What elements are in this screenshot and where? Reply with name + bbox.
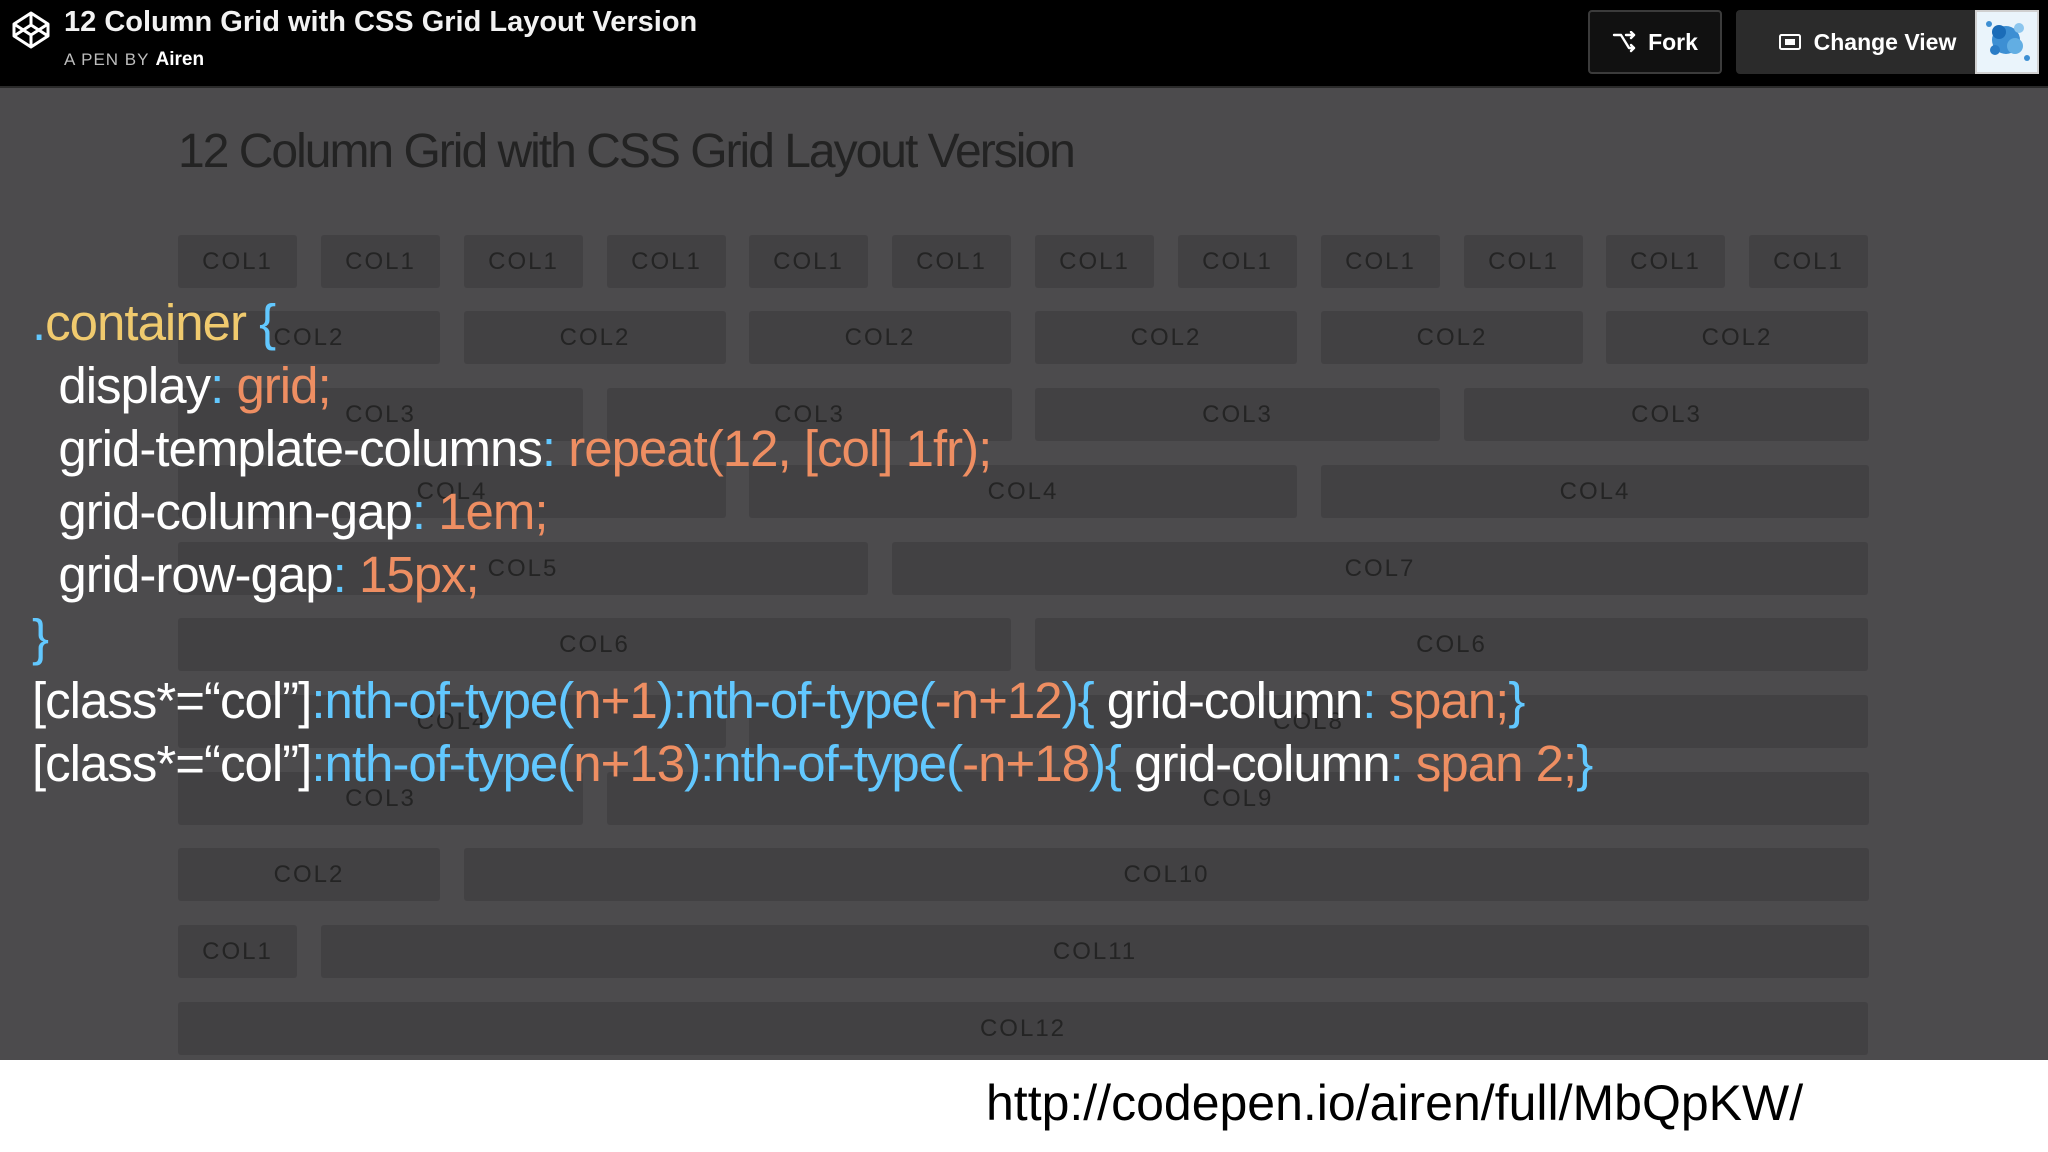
code-token: container [45, 294, 247, 351]
pen-byline: A PEN BY Airen [64, 49, 204, 71]
code-line: } [32, 606, 1592, 669]
code-token: ){ [1088, 735, 1135, 792]
change-view-label: Change View [1813, 28, 1957, 55]
code-token: grid-column [1134, 735, 1390, 792]
code-token: } [1508, 672, 1525, 729]
grid-cell: COL1 [1464, 235, 1583, 288]
code-token: [class*=“col”] [32, 672, 312, 729]
caption-footer: http://codepen.io/airen/full/MbQpKW/ [0, 1060, 2048, 1152]
code-token: :nth-of-type( [311, 672, 574, 729]
code-token: . [32, 294, 46, 351]
code-token: span; [1388, 672, 1510, 729]
css-code-overlay: .container { display: grid; grid-templat… [32, 291, 1593, 795]
pen-title: 12 Column Grid with CSS Grid Layout Vers… [64, 6, 698, 38]
code-token: grid-column-gap [32, 483, 413, 540]
grid-cell: COL11 [321, 925, 1869, 978]
code-token: : [332, 546, 359, 603]
code-line: [class*=“col”]:nth-of-type(n+1):nth-of-t… [32, 669, 1592, 732]
code-token: grid-template-columns [32, 420, 543, 477]
code-token: 1em; [438, 483, 548, 540]
code-token: n+13 [573, 735, 685, 792]
code-token: :nth-of-type( [311, 735, 574, 792]
fork-label: Fork [1648, 28, 1698, 55]
grid-cell: COL2 [178, 848, 440, 901]
grid-cell: COL1 [464, 235, 583, 288]
grid-cell: COL1 [1321, 235, 1440, 288]
code-line: [class*=“col”]:nth-of-type(n+13):nth-of-… [32, 732, 1593, 795]
fork-button[interactable]: Fork [1588, 10, 1722, 74]
grid-cell: COL12 [178, 1002, 1868, 1055]
code-token: : [1389, 735, 1416, 792]
code-token: grid-column [1106, 672, 1363, 729]
pen-author-link[interactable]: Airen [155, 49, 204, 70]
grid-cell: COL1 [321, 235, 440, 288]
code-line: grid-row-gap: 15px; [32, 543, 1592, 606]
grid-cell: COL1 [607, 235, 726, 288]
pen-by-label: A PEN BY [64, 50, 150, 69]
grid-cell: COL1 [892, 235, 1011, 288]
change-view-button[interactable]: Change View [1736, 10, 1998, 74]
code-token: 15px; [358, 546, 480, 603]
code-line: display: grid; [32, 354, 1592, 417]
code-token: } [1576, 735, 1593, 792]
code-token: display [32, 357, 211, 414]
code-line: grid-column-gap: 1em; [32, 480, 1592, 543]
fork-icon [1612, 31, 1636, 53]
grid-cell: COL1 [178, 925, 297, 978]
grid-cell: COL2 [1606, 311, 1868, 364]
grid-cell: COL10 [464, 848, 1869, 901]
code-token: n+1 [573, 672, 658, 729]
grid-cell: COL1 [178, 235, 297, 288]
code-token: : [541, 420, 569, 477]
avatar-image [1977, 12, 2037, 72]
code-token: -n+18 [962, 735, 1090, 792]
grid-cell: COL1 [1749, 235, 1868, 288]
code-token: { [245, 294, 276, 351]
grid-cell: COL1 [1035, 235, 1154, 288]
code-token: ):nth-of-type( [684, 735, 963, 792]
code-token: [class*=“col”] [32, 735, 312, 792]
code-token: grid; [236, 357, 331, 414]
change-view-icon [1778, 34, 1801, 50]
code-token: span 2; [1415, 735, 1577, 792]
code-token: : [1362, 672, 1389, 729]
grid-cell: COL1 [1606, 235, 1725, 288]
code-token: repeat(12, [col] 1fr); [568, 420, 992, 477]
code-token: ):nth-of-type( [656, 672, 936, 729]
code-token: -n+12 [934, 672, 1063, 729]
code-line: .container { [32, 291, 1592, 354]
user-avatar[interactable] [1975, 10, 2039, 74]
codepen-header: 12 Column Grid with CSS Grid Layout Vers… [0, 0, 2048, 88]
code-token: grid-row-gap [32, 546, 333, 603]
codepen-logo-icon[interactable] [11, 10, 51, 50]
source-url[interactable]: http://codepen.io/airen/full/MbQpKW/ [986, 1074, 1803, 1132]
code-token: : [210, 357, 237, 414]
code-token: } [32, 609, 49, 666]
grid-cell: COL1 [1178, 235, 1297, 288]
code-token: ){ [1061, 672, 1107, 729]
grid-cell: COL1 [749, 235, 868, 288]
code-token: : [411, 483, 439, 540]
code-line: grid-template-columns: repeat(12, [col] … [32, 417, 1592, 480]
